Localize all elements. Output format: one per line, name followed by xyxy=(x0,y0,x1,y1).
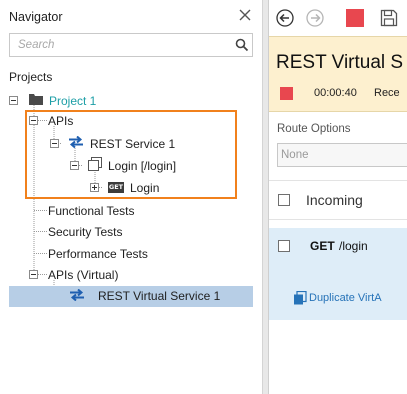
tree-item-functional-tests[interactable]: Functional Tests xyxy=(48,200,135,221)
get-badge-icon: GET xyxy=(108,182,124,193)
tree-item-project[interactable]: Project 1 xyxy=(29,90,96,111)
tree-item-label: Project 1 xyxy=(49,93,97,108)
project-tree: Project 1 APIs REST Service 1 Login [/lo… xyxy=(0,0,262,394)
save-icon[interactable] xyxy=(380,9,398,27)
editor-title: REST Virtual S xyxy=(276,52,404,73)
elapsed-time: 00:00:40 xyxy=(314,87,357,99)
route-path: /login xyxy=(339,239,368,253)
collapse-apis-toggle[interactable] xyxy=(29,116,38,125)
tree-item-label: REST Virtual Service 1 xyxy=(98,289,221,303)
collapse-rest-service-toggle[interactable] xyxy=(50,139,59,148)
stop-icon[interactable] xyxy=(280,87,293,100)
stop-icon[interactable] xyxy=(346,9,364,27)
navigator-panel: Navigator Projects xyxy=(0,0,262,394)
route-method: GET xyxy=(310,239,335,253)
back-arrow-icon[interactable] xyxy=(276,9,294,27)
incoming-header-row: Incoming xyxy=(269,180,407,220)
tree-item-label: Performance Tests xyxy=(48,246,148,261)
route-options-label: Route Options xyxy=(277,123,351,135)
tree-item-label: REST Service 1 xyxy=(90,136,176,151)
collapse-apis-virtual-toggle[interactable] xyxy=(29,270,38,279)
duplicate-icon xyxy=(293,290,307,305)
tree-item-rest-service[interactable]: REST Service 1 xyxy=(68,133,175,154)
tree-item-label: Security Tests xyxy=(48,224,123,239)
route-select-value: None xyxy=(281,149,309,161)
tree-item-rest-virtual-service[interactable]: REST Virtual Service 1 xyxy=(9,286,253,307)
incoming-checkbox[interactable] xyxy=(278,194,290,206)
pane-splitter[interactable] xyxy=(262,0,269,394)
collapse-project-toggle[interactable] xyxy=(9,96,18,105)
tree-item-login-operation[interactable]: GET Login xyxy=(108,177,159,198)
rest-arrows-icon xyxy=(69,288,85,304)
resource-icon xyxy=(88,157,102,174)
forward-arrow-icon[interactable] xyxy=(306,9,324,27)
editor-toolbar xyxy=(269,0,407,36)
tree-item-label: Login [/login] xyxy=(108,158,177,173)
tree-item-label: Functional Tests xyxy=(48,203,135,218)
tree-item-login-resource[interactable]: Login [/login] xyxy=(88,155,176,176)
route-row[interactable]: GET /login Duplicate VirtA xyxy=(269,228,407,320)
duplicate-label: Duplicate VirtA xyxy=(309,292,382,304)
tree-item-label: APIs (Virtual) xyxy=(48,267,119,282)
collapse-login-resource-toggle[interactable] xyxy=(70,161,79,170)
rest-arrows-icon xyxy=(68,135,84,151)
route-checkbox[interactable] xyxy=(278,240,290,252)
tree-item-label: APIs xyxy=(48,113,74,128)
folder-icon xyxy=(29,93,43,108)
tree-item-label: Login xyxy=(130,180,160,195)
status-panel: REST Virtual S 00:00:40 Rece xyxy=(269,36,407,112)
tree-item-performance-tests[interactable]: Performance Tests xyxy=(48,243,148,264)
route-options-select[interactable]: None xyxy=(277,143,407,167)
receive-label: Rece xyxy=(374,87,400,99)
tree-item-apis-virtual[interactable]: APIs (Virtual) xyxy=(48,264,118,285)
expand-login-operation-toggle[interactable] xyxy=(90,183,99,192)
editor-panel: REST Virtual S 00:00:40 Rece Route Optio… xyxy=(269,0,407,394)
tree-item-security-tests[interactable]: Security Tests xyxy=(48,221,122,242)
tree-item-apis[interactable]: APIs xyxy=(48,110,73,131)
incoming-label: Incoming xyxy=(306,192,363,208)
